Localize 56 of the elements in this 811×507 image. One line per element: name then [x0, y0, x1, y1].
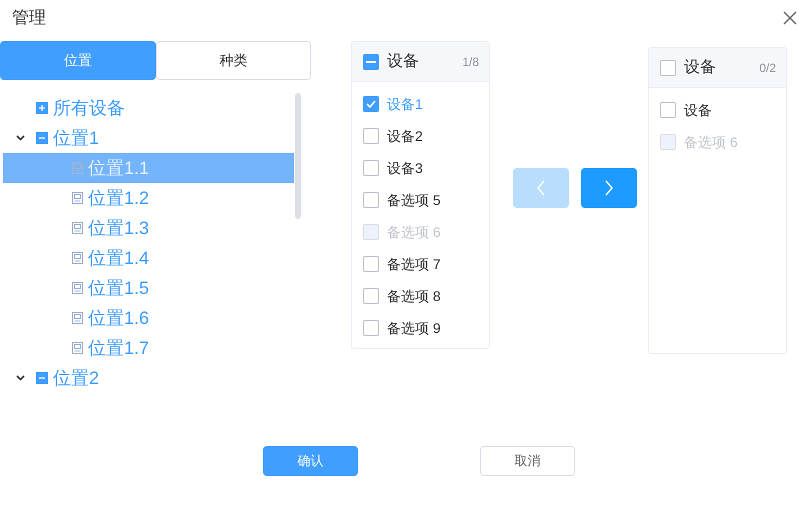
- item-count: 1/8: [462, 54, 479, 70]
- minus-square-icon[interactable]: [36, 372, 48, 384]
- device-icon: [72, 312, 83, 324]
- caret-icon[interactable]: [16, 135, 25, 141]
- checkbox[interactable]: [363, 96, 379, 112]
- move-right-button[interactable]: [581, 168, 637, 208]
- checkbox[interactable]: [363, 256, 379, 272]
- device-icon: [72, 222, 83, 234]
- checkbox[interactable]: [363, 288, 379, 304]
- minus-icon: [366, 60, 376, 62]
- minus-square-icon[interactable]: [36, 132, 48, 144]
- checkbox[interactable]: [363, 160, 379, 176]
- tab[interactable]: 种类: [156, 41, 311, 80]
- scrollbar[interactable]: [295, 93, 301, 219]
- tree-item[interactable]: 位置1.1: [3, 153, 294, 183]
- checkbox[interactable]: [660, 102, 676, 118]
- close-icon[interactable]: [783, 11, 797, 25]
- tree-item[interactable]: 所有设备: [3, 93, 294, 123]
- list-item[interactable]: 备选项 5: [352, 184, 489, 216]
- checkbox[interactable]: [363, 128, 379, 144]
- device-icon: [72, 162, 83, 174]
- tree-item[interactable]: 位置1.6: [3, 303, 294, 333]
- device-icon: [72, 282, 83, 294]
- list-item[interactable]: 设备3: [352, 152, 489, 184]
- tree-item[interactable]: 位置1.4: [3, 243, 294, 273]
- dialog-title: 管理: [12, 7, 46, 30]
- check-icon: [366, 100, 376, 108]
- device-icon: [72, 252, 83, 264]
- chevron-left-icon: [536, 180, 546, 196]
- list-item[interactable]: 设备2: [352, 120, 489, 152]
- plus-square-icon[interactable]: [36, 102, 48, 114]
- chevron-right-icon: [604, 180, 614, 196]
- list-item[interactable]: 备选项 7: [352, 248, 489, 280]
- checkbox[interactable]: [363, 320, 379, 336]
- checkbox[interactable]: [660, 60, 676, 76]
- item-count: 0/2: [759, 60, 776, 76]
- panel-title: 设备: [387, 52, 420, 72]
- confirm-button[interactable]: 确认: [263, 446, 358, 476]
- list-item[interactable]: 备选项 8: [352, 280, 489, 312]
- panel-title: 设备: [684, 58, 717, 78]
- device-icon: [72, 342, 83, 354]
- checkbox[interactable]: [363, 192, 379, 208]
- tree-item[interactable]: 位置1.3: [3, 213, 294, 243]
- device-icon: [72, 192, 83, 204]
- caret-icon[interactable]: [16, 375, 25, 381]
- tab[interactable]: 位置: [0, 41, 156, 80]
- tree-item[interactable]: 位置2: [3, 363, 294, 393]
- tree-item[interactable]: 位置1.5: [3, 273, 294, 303]
- cancel-button[interactable]: 取消: [480, 446, 575, 476]
- tree-item[interactable]: 位置1.7: [3, 333, 294, 363]
- checkbox[interactable]: [363, 54, 379, 70]
- list-item[interactable]: 备选项 9: [352, 312, 489, 344]
- list-item[interactable]: 设备1: [352, 88, 489, 120]
- tree-item[interactable]: 位置1.2: [3, 183, 294, 213]
- tree-item[interactable]: 位置1: [3, 123, 294, 153]
- list-item[interactable]: 设备: [649, 94, 786, 126]
